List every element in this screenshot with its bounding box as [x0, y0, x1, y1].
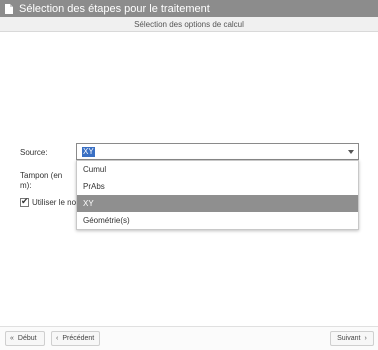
precedent-label: Précédent [62, 335, 95, 342]
source-select[interactable]: XY [76, 143, 359, 160]
debut-button[interactable]: « Début [5, 331, 45, 346]
section-header: Sélection des options de calcul [0, 17, 378, 32]
dropdown-option-cumul[interactable]: Cumul [77, 161, 358, 178]
source-selected-value: XY [82, 147, 95, 157]
chevron-down-icon[interactable] [348, 150, 354, 154]
suivant-button[interactable]: Suivant › [330, 331, 374, 346]
suivant-label: Suivant [337, 335, 361, 342]
tampon-label: Tampon (en m): [20, 171, 62, 191]
checkmark-icon: ✔ [21, 197, 29, 206]
chevron-left-icon: ‹ [56, 335, 59, 342]
tampon-label-line1: Tampon (en [20, 171, 63, 180]
use-option-checkbox[interactable]: ✔ [20, 197, 29, 207]
dropdown-option-geometries[interactable]: Géométrie(s) [77, 212, 358, 229]
chevron-right-icon: › [364, 335, 367, 342]
precedent-button[interactable]: ‹ Précédent [51, 331, 100, 346]
window-titlebar: Sélection des étapes pour le traitement [0, 0, 378, 17]
debut-label: Début [17, 335, 37, 342]
dropdown-option-xy[interactable]: XY [77, 195, 358, 212]
use-option-checkbox-row[interactable]: ✔ Utiliser le no [20, 197, 76, 208]
source-label: Source: [20, 148, 48, 157]
document-icon [5, 3, 13, 14]
double-chevron-left-icon: « [10, 335, 14, 342]
source-dropdown-list: Cumul PrAbs XY Géométrie(s) [76, 160, 359, 230]
window-title: Sélection des étapes pour le traitement [19, 2, 210, 15]
tampon-label-line2: m): [20, 181, 32, 190]
dropdown-option-prabs[interactable]: PrAbs [77, 178, 358, 195]
use-option-label: Utiliser le no [32, 198, 76, 207]
